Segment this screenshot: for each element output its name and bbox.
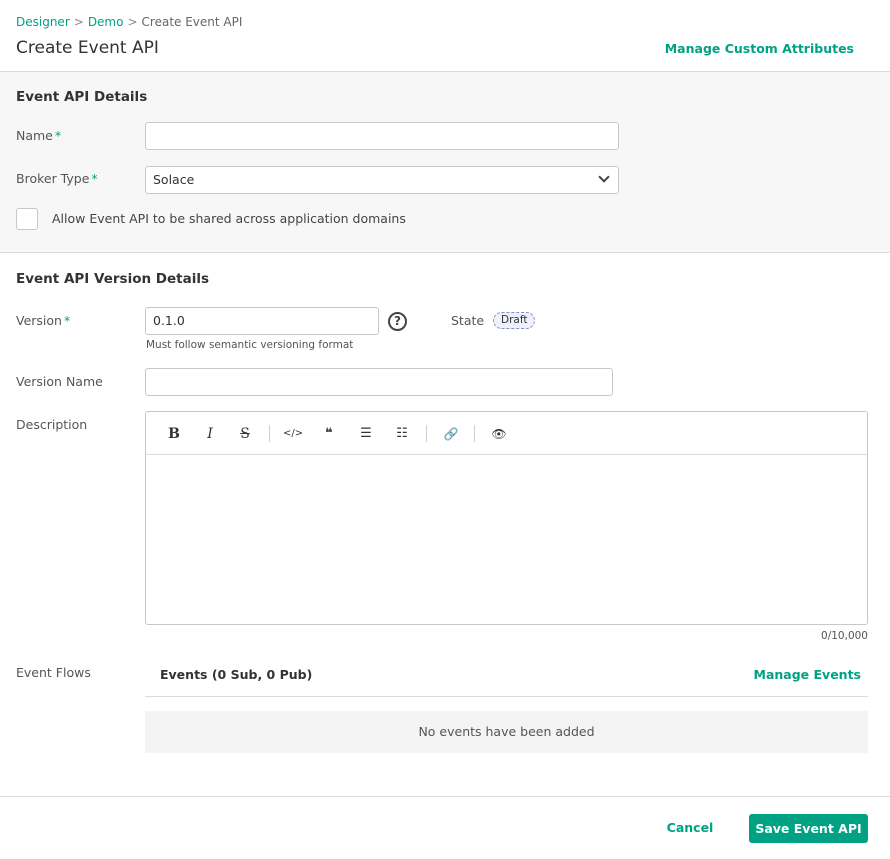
version-label: Version * <box>16 313 71 328</box>
breadcrumb-demo[interactable]: Demo <box>88 15 124 29</box>
breadcrumb-separator: > <box>127 15 138 29</box>
version-name-label: Version Name <box>16 374 103 389</box>
state-label: State <box>451 313 485 328</box>
events-title: Events (0 Sub, 0 Pub) <box>160 667 313 682</box>
breadcrumb: Designer > Demo > Create Event API <box>16 15 242 29</box>
toolbar-divider <box>269 425 270 442</box>
event-api-details-section: Event API Details Name * Broker Type * Sol… <box>0 72 890 253</box>
quote-icon[interactable]: ❝ <box>319 424 339 444</box>
state-badge: Draft <box>493 312 536 329</box>
name-input[interactable] <box>145 122 619 150</box>
bullet-list-icon[interactable]: ☰ <box>356 424 376 444</box>
strikethrough-icon[interactable]: S <box>235 424 255 444</box>
event-flows-label: Event Flows <box>16 665 91 680</box>
character-counter: 0/10,000 <box>821 630 868 642</box>
events-empty-state: No events have been added <box>145 711 868 753</box>
page-title: Create Event API <box>16 38 159 58</box>
toolbar-divider <box>474 425 475 442</box>
section-title: Event API Details <box>16 89 148 105</box>
save-event-api-button[interactable]: Save Event API <box>749 814 868 843</box>
events-header: Events (0 Sub, 0 Pub) Manage Events <box>145 656 868 697</box>
breadcrumb-current: Create Event API <box>141 15 243 29</box>
description-editor: B I S </> ❝ ☰ ☷ 🔗 👁 <box>145 411 868 625</box>
code-icon[interactable]: </> <box>283 424 303 444</box>
link-icon[interactable]: 🔗 <box>441 424 461 444</box>
cancel-button[interactable]: Cancel <box>650 814 730 842</box>
share-checkbox-label: Allow Event API to be shared across appl… <box>52 211 406 226</box>
version-section-title: Event API Version Details <box>16 271 209 287</box>
version-name-input[interactable] <box>145 368 613 396</box>
help-icon[interactable]: ? <box>388 312 407 331</box>
italic-icon[interactable]: I <box>200 424 220 444</box>
toolbar-divider <box>426 425 427 442</box>
version-hint: Must follow semantic versioning format <box>146 339 354 351</box>
numbered-list-icon[interactable]: ☷ <box>392 424 412 444</box>
required-marker: * <box>54 128 62 143</box>
required-marker: * <box>63 313 71 328</box>
version-input[interactable]: 0.1.0 <box>145 307 379 335</box>
chevron-down-icon <box>598 171 610 183</box>
page-header: Designer > Demo > Create Event API Create Ev… <box>0 0 890 72</box>
broker-type-label: Broker Type * <box>16 171 98 186</box>
preview-icon[interactable]: 👁 <box>489 424 509 444</box>
editor-toolbar: B I S </> ❝ ☰ ☷ 🔗 👁 <box>146 412 867 455</box>
name-label: Name * <box>16 128 62 143</box>
broker-type-value: Solace <box>153 172 195 187</box>
breadcrumb-separator: > <box>73 15 84 29</box>
page-footer: Cancel Save Event API <box>0 796 890 859</box>
share-checkbox[interactable] <box>16 208 38 230</box>
manage-custom-attributes-link[interactable]: Manage Custom Attributes <box>665 41 854 56</box>
broker-type-select[interactable]: Solace <box>145 166 619 194</box>
breadcrumb-designer[interactable]: Designer <box>16 15 70 29</box>
description-label: Description <box>16 417 88 432</box>
manage-events-link[interactable]: Manage Events <box>754 667 861 682</box>
description-textarea[interactable] <box>146 456 867 624</box>
required-marker: * <box>91 171 98 186</box>
bold-icon[interactable]: B <box>164 424 184 444</box>
